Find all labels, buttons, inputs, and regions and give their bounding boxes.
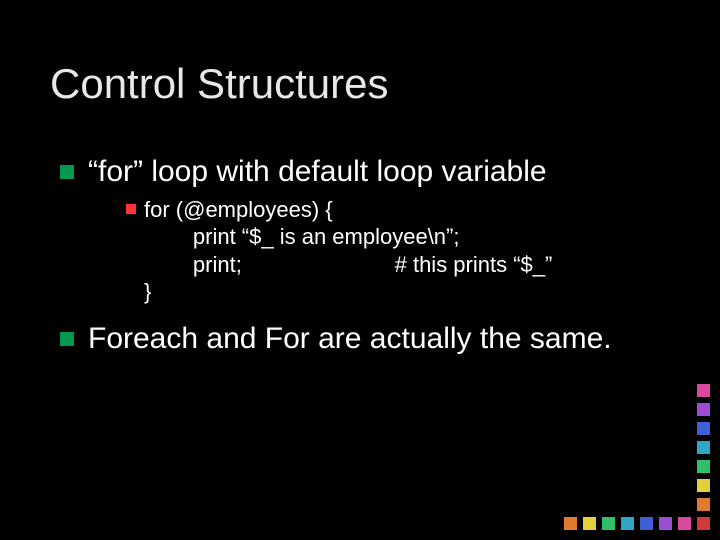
deco-square-icon: [697, 403, 710, 416]
code-line: print; # this prints “$_”: [144, 252, 552, 277]
deco-square-icon: [697, 498, 710, 511]
bullet-text: Foreach and For are actually the same.: [88, 322, 612, 357]
deco-square-icon: [564, 517, 577, 530]
deco-square-icon: [697, 517, 710, 530]
bullet-text: “for” loop with default loop variable: [88, 155, 547, 190]
deco-square-icon: [583, 517, 596, 530]
deco-square-icon: [602, 517, 615, 530]
sub-bullet-item: for (@employees) { print “$_ is an emplo…: [126, 196, 680, 306]
slide-content: “for” loop with default loop variable fo…: [60, 155, 680, 362]
square-bullet-icon: [60, 165, 74, 179]
slide-title: Control Structures: [50, 60, 388, 108]
deco-square-icon: [678, 517, 691, 530]
square-bullet-icon: [126, 204, 136, 214]
deco-square-icon: [697, 460, 710, 473]
deco-square-icon: [697, 479, 710, 492]
bullet-item: Foreach and For are actually the same.: [60, 322, 680, 357]
deco-square-icon: [697, 441, 710, 454]
deco-square-icon: [659, 517, 672, 530]
code-block: for (@employees) { print “$_ is an emplo…: [144, 196, 552, 306]
deco-square-icon: [640, 517, 653, 530]
code-line: for (@employees) {: [144, 197, 333, 222]
bullet-item: “for” loop with default loop variable: [60, 155, 680, 190]
deco-square-icon: [697, 384, 710, 397]
deco-square-icon: [621, 517, 634, 530]
deco-square-icon: [697, 422, 710, 435]
code-line: print “$_ is an employee\n”;: [144, 224, 459, 249]
slide: Control Structures “for” loop with defau…: [0, 0, 720, 540]
square-bullet-icon: [60, 332, 74, 346]
code-line: }: [144, 279, 151, 304]
